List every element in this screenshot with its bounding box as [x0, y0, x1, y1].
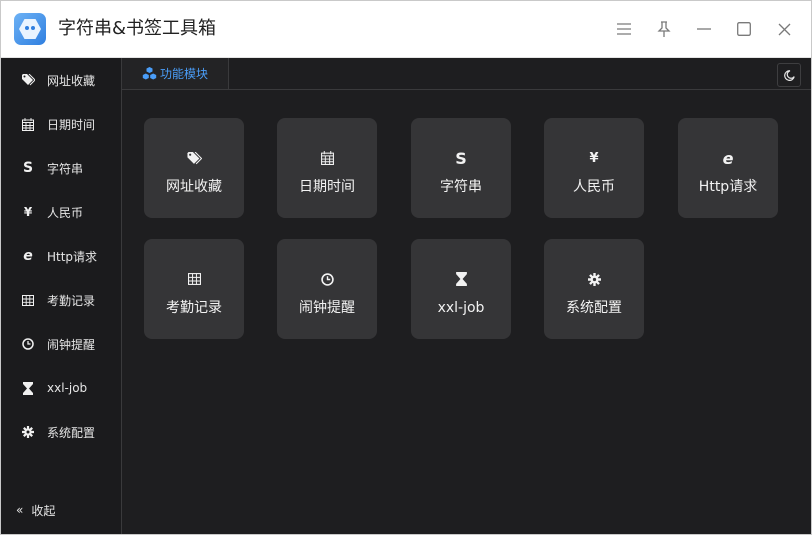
maximize-icon[interactable] — [732, 17, 756, 41]
module-label: 人民币 — [573, 179, 615, 195]
sidebar-item-datetime[interactable]: 日期时间 — [1, 102, 121, 146]
hourglass-icon — [411, 271, 511, 287]
cubes-icon — [142, 67, 157, 80]
module-card-string[interactable]: S 字符串 — [411, 118, 511, 218]
strikethrough-s-icon: S — [455, 148, 467, 168]
collapse-label: 收起 — [31, 503, 56, 518]
module-label: 闹钟提醒 — [299, 300, 355, 316]
calendar-icon — [20, 116, 36, 132]
calendar-icon — [277, 150, 377, 166]
sidebar-item-xxl-job[interactable]: xxl-job — [1, 366, 121, 410]
module-card-http[interactable]: e Http请求 — [678, 118, 778, 218]
module-card-rmb[interactable]: ¥ 人民币 — [544, 118, 644, 218]
sidebar-item-label: 网址收藏 — [47, 73, 96, 88]
app-window: 字符串&书签工具箱 网址收藏 日期时间 S 字符串 ¥ 人民币 e Http请求… — [0, 0, 812, 535]
sidebar-item-label: 字符串 — [47, 161, 84, 176]
sidebar-item-label: 人民币 — [47, 205, 84, 220]
sidebar: 网址收藏 日期时间 S 字符串 ¥ 人民币 e Http请求 考勤记录 闹钟提醒… — [1, 58, 122, 534]
module-card-alarm[interactable]: 闹钟提醒 — [277, 239, 377, 339]
sidebar-item-label: 考勤记录 — [47, 293, 96, 308]
window-title: 字符串&书签工具箱 — [58, 18, 217, 39]
module-card-bookmarks[interactable]: 网址收藏 — [144, 118, 244, 218]
gear-icon — [20, 424, 36, 440]
table-icon — [20, 292, 36, 308]
tags-icon — [20, 72, 36, 88]
module-label: Http请求 — [698, 179, 758, 195]
sidebar-item-rmb[interactable]: ¥ 人民币 — [1, 190, 121, 234]
moon-icon — [783, 69, 795, 81]
module-card-datetime[interactable]: 日期时间 — [277, 118, 377, 218]
gear-icon — [544, 271, 644, 287]
table-icon — [144, 271, 244, 287]
close-icon[interactable] — [772, 17, 796, 41]
sidebar-item-alarm[interactable]: 闹钟提醒 — [1, 322, 121, 366]
sidebar-collapse-button[interactable]: « 收起 — [1, 498, 121, 522]
sidebar-item-label: 系统配置 — [47, 425, 96, 440]
sidebar-item-http[interactable]: e Http请求 — [1, 234, 121, 278]
main-content: 功能模块 网址收藏 日期时间 S 字符串 ¥ 人民币 e Http请求 考勤记录… — [122, 58, 811, 534]
title-bar[interactable]: 字符串&书签工具箱 — [1, 1, 811, 58]
double-chevron-left-icon: « — [16, 503, 24, 517]
sidebar-item-label: Http请求 — [47, 249, 98, 264]
sidebar-item-label: 闹钟提醒 — [47, 337, 96, 352]
theme-toggle-button[interactable] — [777, 63, 801, 87]
tab-label: 功能模块 — [159, 67, 208, 81]
module-label: 字符串 — [440, 179, 482, 195]
module-label: 网址收藏 — [166, 179, 222, 195]
pin-icon[interactable] — [652, 17, 676, 41]
sidebar-item-label: xxl-job — [47, 381, 88, 395]
module-card-attendance[interactable]: 考勤记录 — [144, 239, 244, 339]
strikethrough-s-icon: S — [22, 160, 34, 176]
menu-icon[interactable] — [612, 17, 636, 41]
yen-icon: ¥ — [23, 205, 33, 219]
tab-bar: 功能模块 — [122, 58, 811, 90]
sidebar-item-attendance[interactable]: 考勤记录 — [1, 278, 121, 322]
sidebar-item-bookmarks[interactable]: 网址收藏 — [1, 58, 121, 102]
tab-modules[interactable]: 功能模块 — [122, 58, 229, 89]
yen-icon: ¥ — [589, 150, 599, 166]
clock-icon — [277, 271, 377, 287]
module-label: xxl-job — [437, 300, 485, 316]
module-label: 考勤记录 — [166, 300, 222, 316]
app-logo-icon — [14, 13, 46, 45]
hourglass-icon — [20, 380, 36, 396]
module-card-settings[interactable]: 系统配置 — [544, 239, 644, 339]
module-card-xxl-job[interactable]: xxl-job — [411, 239, 511, 339]
ie-icon: e — [23, 248, 33, 264]
module-label: 系统配置 — [566, 300, 622, 316]
minimize-icon[interactable] — [692, 17, 716, 41]
tags-icon — [144, 150, 244, 166]
ie-icon: e — [722, 148, 734, 168]
sidebar-item-string[interactable]: S 字符串 — [1, 146, 121, 190]
clock-icon — [20, 336, 36, 352]
module-label: 日期时间 — [299, 179, 355, 195]
sidebar-item-settings[interactable]: 系统配置 — [1, 410, 121, 454]
sidebar-item-label: 日期时间 — [47, 117, 96, 132]
